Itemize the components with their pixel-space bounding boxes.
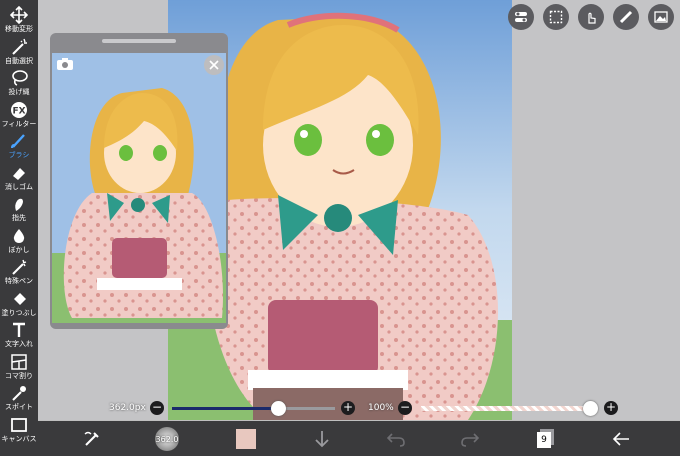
top-right-toolbar: [508, 4, 674, 30]
back-button[interactable]: [609, 427, 633, 451]
undo-icon: [386, 433, 405, 447]
layer-count: 9: [537, 432, 551, 448]
dotted-select-icon: [549, 10, 563, 24]
tool-label: ブラシ: [8, 151, 30, 159]
tool-label: 移動変形: [5, 25, 33, 33]
finger-icon: [15, 198, 23, 211]
tool-label: 自動選択: [5, 56, 33, 65]
tool-label: 文字入れ: [5, 340, 33, 348]
hand-tap-icon: [588, 12, 596, 24]
navigator-thumbnail: [52, 53, 226, 323]
tool-label: 消しゴム: [5, 182, 33, 191]
move-icon: [10, 6, 28, 24]
arrow-left-icon: [612, 432, 629, 446]
blur-drop-icon: [13, 228, 25, 243]
color-button[interactable]: [234, 427, 258, 451]
brush-preview-icon: 362.0: [155, 427, 179, 451]
brush-icon: [11, 134, 25, 149]
navigator-preview[interactable]: [52, 53, 226, 323]
brush-sliders: 362.0px − + 100% − +: [0, 395, 680, 421]
layers-icon: 9: [537, 429, 555, 449]
toggle-icon: [515, 12, 527, 22]
brush-size-slider-track[interactable]: [277, 407, 335, 410]
tool-label: 特殊ペン: [5, 277, 33, 285]
opacity-value: 100%: [368, 403, 394, 413]
brush-preview-value: 362.0: [155, 434, 179, 444]
brush-preview-button[interactable]: 362.0: [154, 427, 180, 451]
magic-wand-icon: [12, 38, 27, 55]
fill-bucket-icon: [14, 292, 26, 305]
fx-icon: FX: [11, 101, 27, 118]
tool-label: 塗りつぶし: [1, 308, 37, 317]
brush-size-slider-thumb[interactable]: [270, 401, 286, 416]
layers-button[interactable]: 9: [534, 427, 558, 451]
opacity-increase-button[interactable]: +: [604, 401, 618, 415]
toggle-layers-button[interactable]: [508, 4, 534, 30]
tool-label: ぼかし: [8, 245, 30, 254]
redo-button[interactable]: [458, 427, 482, 451]
tool-palette: 移動変形自動選択投げ縄 FX フィルターブラシ消しゴム指先ぼかし特殊ペン塗りつぶし文…: [0, 0, 38, 456]
tool-label: フィルター: [1, 119, 37, 128]
opacity-slider-track[interactable]: [421, 406, 591, 411]
image-icon: [654, 11, 668, 23]
ruler-icon: [619, 10, 633, 24]
brush-size-value: 362.0px: [109, 403, 146, 413]
tool-label: コマ割り: [5, 371, 33, 380]
navigator-close-button[interactable]: [204, 55, 224, 75]
brush-size-slider-fill[interactable]: [172, 407, 278, 410]
size-increase-button[interactable]: +: [341, 401, 355, 415]
camera-icon[interactable]: [56, 57, 74, 71]
navigator-drag-handle[interactable]: [102, 39, 176, 43]
eraser-icon: [13, 167, 25, 180]
redo-icon: [461, 433, 480, 447]
size-decrease-button[interactable]: −: [150, 401, 164, 415]
save-down-button[interactable]: [310, 427, 334, 451]
tool-label: 投げ縄: [8, 88, 30, 96]
tool-label: 指先: [12, 214, 26, 222]
lasso-icon: [12, 70, 28, 86]
close-icon: [209, 60, 219, 70]
gallery-button[interactable]: [648, 4, 674, 30]
text-icon: [13, 322, 25, 337]
bottom-toolbar: 362.0 9: [38, 421, 680, 456]
frame-divider-icon: [11, 353, 27, 370]
selection-button[interactable]: [543, 4, 569, 30]
ruler-button[interactable]: [613, 4, 639, 30]
color-swatch: [236, 429, 256, 449]
navigator-panel[interactable]: [50, 33, 228, 329]
touch-button[interactable]: [578, 4, 604, 30]
svg-text:FX: FX: [12, 106, 25, 116]
opacity-slider-thumb[interactable]: [583, 401, 598, 416]
arrow-down-icon: [315, 431, 329, 448]
brush-settings-icon: [84, 431, 99, 446]
special-pen-icon: [12, 259, 27, 275]
undo-button[interactable]: [384, 427, 408, 451]
brush-settings-button[interactable]: [80, 427, 104, 451]
tool-label: キャンバス: [1, 434, 37, 443]
opacity-decrease-button[interactable]: −: [398, 401, 412, 415]
